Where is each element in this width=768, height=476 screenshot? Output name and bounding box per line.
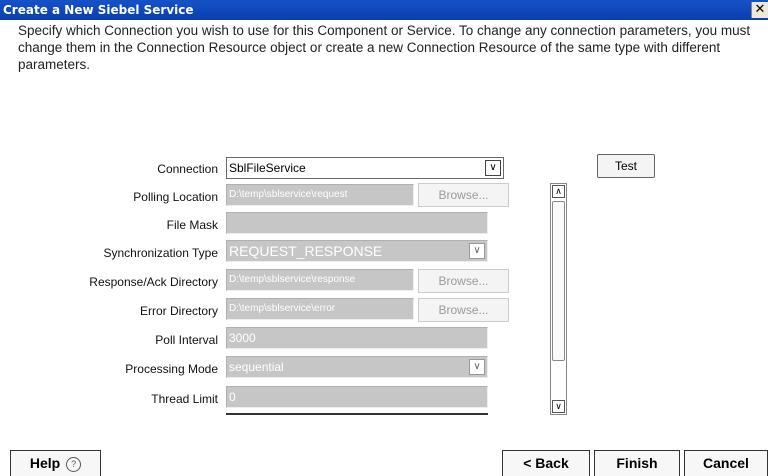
response-dir-label: Response/Ack Directory (89, 275, 218, 289)
help-circle-icon: ? (66, 456, 82, 472)
form-scrollbar[interactable]: ∧ ∨ (550, 183, 567, 415)
help-label: Help (29, 455, 61, 471)
close-icon[interactable]: ✕ (751, 2, 768, 18)
chevron-up-icon[interactable]: ∧ (552, 185, 565, 198)
polling-location-field[interactable]: D:\temp\sblservice\request (226, 184, 414, 206)
error-dir-field[interactable]: D:\temp\sblservice\error (226, 298, 414, 320)
scrollbar-thumb[interactable] (552, 201, 565, 361)
sync-type-label: Synchronization Type (103, 246, 218, 260)
chevron-down-icon[interactable]: ∨ (469, 243, 485, 259)
processing-mode-value: sequential (229, 360, 284, 374)
poll-interval-label: Poll Interval (155, 333, 218, 347)
thread-limit-label: Thread Limit (151, 392, 218, 406)
error-dir-browse-button[interactable]: Browse... (418, 298, 509, 322)
poll-interval-field[interactable]: 3000 (226, 327, 488, 349)
processing-mode-select[interactable]: sequential ∨ (226, 356, 488, 378)
button-bar: Help ? < Back Finish Cancel (0, 444, 768, 476)
connection-select[interactable]: SblFileService ∨ (226, 157, 504, 179)
connection-value: SblFileService (229, 161, 306, 175)
back-button[interactable]: < Back (502, 450, 590, 476)
response-dir-field[interactable]: D:\temp\sblservice\response (226, 269, 414, 291)
polling-location-browse-button[interactable]: Browse... (418, 183, 509, 207)
polling-location-label: Polling Location (133, 190, 218, 204)
help-button[interactable]: Help ? (10, 450, 101, 476)
window-title: Create a New Siebel Service (3, 3, 194, 17)
connection-label: Connection (157, 162, 218, 176)
file-mask-field[interactable] (226, 212, 488, 234)
sync-type-value: REQUEST_RESPONSE (229, 243, 383, 259)
response-dir-browse-button[interactable]: Browse... (418, 269, 509, 293)
sync-type-select[interactable]: REQUEST_RESPONSE ∨ (226, 240, 488, 262)
file-mask-label: File Mask (166, 218, 218, 232)
instructions-text: Specify which Connection you wish to use… (18, 23, 751, 72)
form-divider (226, 413, 488, 415)
finish-button[interactable]: Finish (594, 450, 680, 476)
chevron-down-icon[interactable]: ∨ (469, 359, 485, 375)
thread-limit-field[interactable]: 0 (226, 386, 488, 408)
processing-mode-label: Processing Mode (125, 362, 218, 376)
title-bar: Create a New Siebel Service ✕ (0, 0, 768, 20)
chevron-down-icon[interactable]: ∨ (485, 160, 501, 176)
test-button[interactable]: Test (597, 154, 655, 178)
cancel-button[interactable]: Cancel (684, 450, 768, 476)
chevron-down-icon[interactable]: ∨ (552, 400, 565, 413)
error-dir-label: Error Directory (139, 304, 218, 318)
